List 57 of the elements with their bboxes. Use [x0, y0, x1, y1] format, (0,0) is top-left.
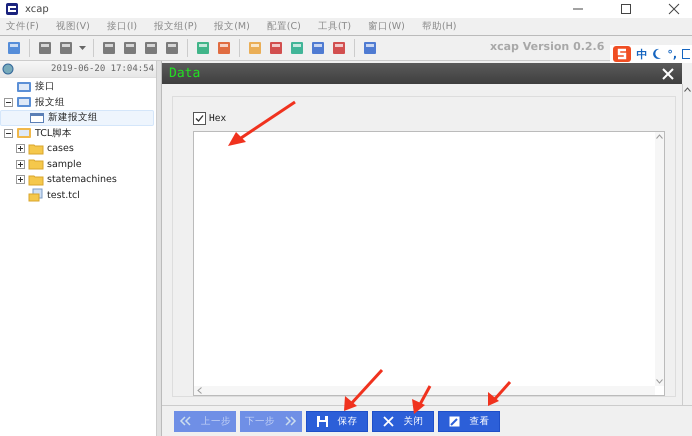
annotation-arrow: [344, 368, 384, 411]
step-button[interactable]: 保存: [306, 410, 368, 432]
caret-icon[interactable]: [79, 46, 86, 50]
annotation-arrow: [412, 385, 432, 414]
version-text: xcap Version 0.2.6: [490, 40, 604, 53]
menu-item[interactable]: 帮助(H): [422, 20, 456, 33]
menu-item[interactable]: 窗口(W): [368, 20, 405, 33]
menu-item[interactable]: 视图(V): [56, 20, 90, 33]
collapse-toggle[interactable]: [4, 128, 13, 138]
tree-item[interactable]: sample: [47, 158, 82, 170]
tree-item[interactable]: test.tcl: [47, 190, 80, 201]
tree-item[interactable]: cases: [47, 143, 74, 154]
expand-toggle[interactable]: [16, 144, 25, 154]
folder-icon: [28, 142, 44, 156]
step-button[interactable]: 查看: [438, 410, 500, 432]
hex-checkbox[interactable]: [193, 112, 206, 125]
expand-toggle[interactable]: [16, 160, 25, 169]
double-left-icon: [179, 416, 191, 426]
window-icon: [29, 110, 45, 125]
close-button[interactable]: [668, 3, 680, 15]
double-right-icon: [285, 416, 297, 426]
moon-icon[interactable]: [652, 48, 662, 60]
menu-item[interactable]: 报文(M): [214, 20, 250, 33]
hex-label: Hex: [209, 113, 226, 124]
timestamp: 2019-06-20 17:04:54: [51, 64, 154, 74]
annotation-arrow: [488, 381, 512, 406]
scroll-down-icon[interactable]: [656, 379, 663, 384]
menu-item[interactable]: 接口(I): [106, 20, 138, 33]
clock-icon: [2, 63, 14, 75]
collapse-toggle[interactable]: [4, 98, 13, 107]
close-icon[interactable]: [662, 68, 674, 80]
maximize-button[interactable]: [620, 3, 632, 15]
dialog-title: Data: [169, 66, 200, 81]
tree-item[interactable]: 接口: [35, 80, 55, 94]
expand-toggle[interactable]: [16, 175, 25, 184]
tree-item[interactable]: 新建报文组: [48, 111, 98, 124]
menu-item[interactable]: 报文组(P): [154, 20, 198, 33]
file-icon: [28, 188, 44, 202]
tree-item[interactable]: TCL脚本: [35, 126, 72, 140]
menu-item[interactable]: 配置(C): [266, 20, 301, 33]
scroll-up-icon[interactable]: [684, 87, 691, 92]
punctuation-text[interactable]: °,: [667, 48, 677, 60]
folder-icon: [28, 157, 44, 172]
tree-item[interactable]: statemachines: [47, 174, 117, 186]
menu-item[interactable]: 工具(T): [318, 20, 352, 33]
tree-item[interactable]: 报文组: [35, 96, 65, 109]
window-title: xcap: [25, 4, 49, 14]
scroll-left-icon[interactable]: [197, 387, 202, 394]
input-mode-text[interactable]: 中: [636, 46, 648, 62]
annotation-arrow: [228, 100, 296, 146]
panel-scrollbar[interactable]: [682, 84, 692, 405]
close-icon: [382, 416, 394, 426]
step-button[interactable]: 关闭: [372, 410, 434, 432]
vertical-scrollbar[interactable]: [655, 132, 664, 386]
horizontal-scrollbar[interactable]: [194, 386, 655, 395]
menu-item[interactable]: 文件(F): [6, 20, 39, 33]
folder-icon: [28, 172, 44, 187]
